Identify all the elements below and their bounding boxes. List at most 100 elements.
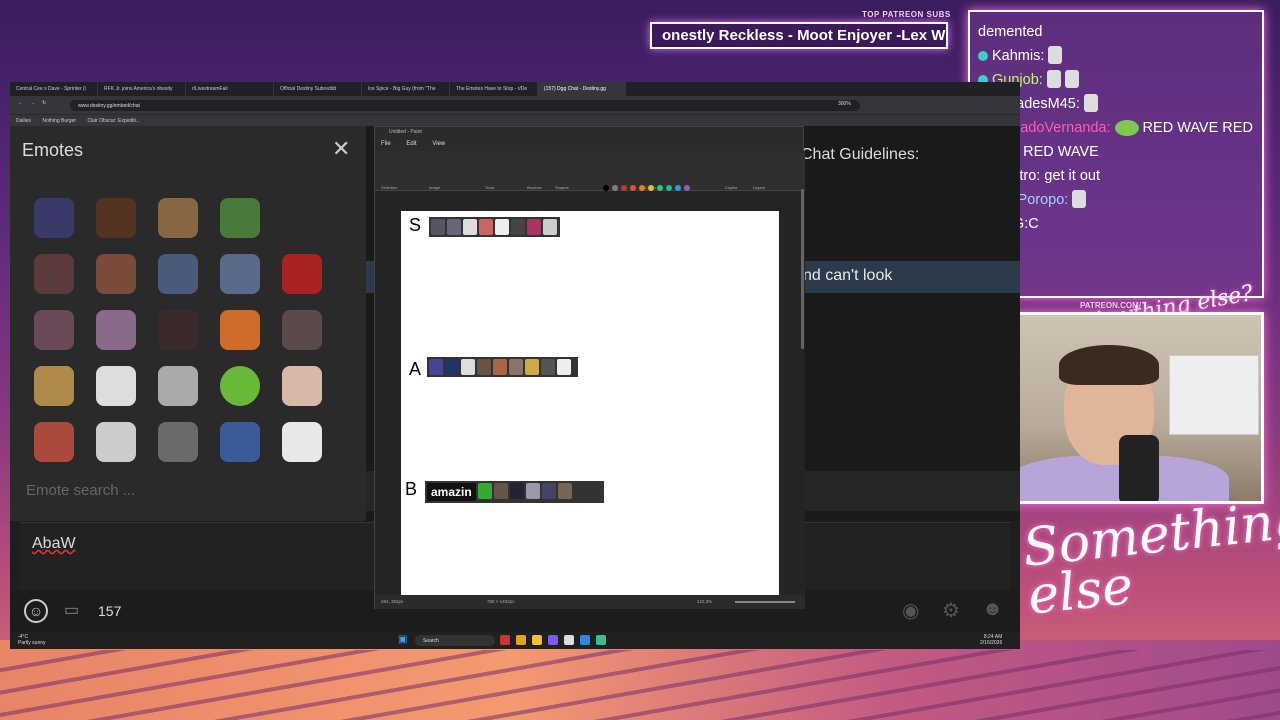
emote-item[interactable]: [34, 198, 74, 238]
emote-item[interactable]: [282, 198, 322, 238]
emote-item[interactable]: [96, 254, 136, 294]
bookmark[interactable]: Clair Obscur: Expediti...: [87, 118, 140, 124]
browser-tab[interactable]: Ice Spice - Big Guy (from "The: [362, 82, 450, 96]
browser-tab[interactable]: Official Destiny Subreddit: [274, 82, 362, 96]
paint-canvas[interactable]: S A B amazin: [401, 211, 779, 595]
users-icon[interactable]: ☻: [982, 598, 1003, 621]
emote-icon: [1064, 70, 1079, 88]
menu-file[interactable]: File: [381, 141, 391, 147]
emote-item[interactable]: [158, 310, 198, 350]
gear-icon[interactable]: ⚙: [942, 598, 960, 623]
ribbon-label: Brushes: [527, 185, 542, 190]
chat-input[interactable]: AbaW: [32, 535, 76, 553]
windows-start-icon[interactable]: ▣: [398, 635, 408, 645]
emote-thumb: [461, 359, 475, 375]
zoom-slider[interactable]: [735, 601, 795, 603]
emote-item[interactable]: [220, 254, 260, 294]
taskbar-apps: [500, 635, 606, 645]
amazin-emote: amazin: [427, 483, 476, 501]
ribbon-label: Shapes: [555, 185, 569, 190]
weather-widget[interactable]: -4°C Partly sunny: [18, 634, 46, 646]
emote-item[interactable]: [34, 422, 74, 462]
chat-message: get it out: [1044, 168, 1100, 184]
emote-grid: [30, 194, 350, 474]
emote-item[interactable]: [34, 310, 74, 350]
menu-view[interactable]: View: [432, 141, 445, 147]
reload-icon[interactable]: ↻: [42, 100, 46, 106]
emote-item[interactable]: [158, 198, 198, 238]
browser-tab[interactable]: r/LivestreamFail: [186, 82, 274, 96]
browser-tab-active[interactable]: (157) Dgg Chat - Destiny.gg: [538, 82, 626, 96]
emote-item[interactable]: [96, 310, 136, 350]
emote-item[interactable]: [282, 310, 322, 350]
emote-item[interactable]: [158, 422, 198, 462]
emote-item[interactable]: [220, 310, 260, 350]
zoom-level[interactable]: 122.3%: [697, 599, 712, 604]
canvas-scrollbar[interactable]: [801, 189, 804, 349]
browser-tab[interactable]: The Emotes Have to Stop - r/De: [450, 82, 538, 96]
ribbon-label: Image: [429, 185, 441, 190]
taskbar-search[interactable]: Search: [415, 635, 495, 646]
background-stripes: [0, 650, 1280, 720]
background-dresser: [1169, 355, 1259, 435]
cursor-position: 284, 382px: [381, 599, 404, 604]
emote-search-input[interactable]: Emote search ...: [26, 482, 135, 499]
browser-tab-bar: Central Cee x Dave - Sprinter (l RFK Jr.…: [10, 82, 1020, 96]
address-bar-row: ← → ↻ www.destiny.gg/embed/chat 300%: [10, 96, 1020, 114]
emote-thumb: [495, 219, 509, 235]
zoom-badge[interactable]: 300%: [838, 101, 851, 107]
app-icon[interactable]: [580, 635, 590, 645]
emote-item[interactable]: [282, 366, 322, 406]
emote-icon: [1072, 190, 1087, 208]
app-icon[interactable]: [532, 635, 542, 645]
emote-item[interactable]: [220, 422, 260, 462]
emote-item[interactable]: [282, 422, 322, 462]
browser-tab[interactable]: RFK Jr. joins America's obesity: [98, 82, 186, 96]
emote-thumb: [429, 359, 443, 375]
emote-item[interactable]: [220, 198, 260, 238]
emote-thumb: [493, 359, 507, 375]
emote-item[interactable]: [96, 198, 136, 238]
emote-item[interactable]: [158, 366, 198, 406]
emote-item[interactable]: [96, 422, 136, 462]
bookmark[interactable]: Dailies: [16, 118, 31, 124]
emote-thumb: [525, 359, 539, 375]
emote-thumb: [445, 359, 459, 375]
ribbon-label: Copilot: [725, 185, 738, 190]
close-icon[interactable]: ✕: [332, 136, 350, 162]
something-else-logo: Something else: [1020, 489, 1280, 627]
windows-taskbar: -4°C Partly sunny ▣ Search 8:24 AM 2/16/20…: [10, 632, 1020, 649]
browser-tab[interactable]: Central Cee x Dave - Sprinter (l: [10, 82, 98, 96]
chat-message: C: [1028, 216, 1039, 232]
eye-icon[interactable]: ◉: [902, 598, 919, 623]
chat-line: demented: [978, 20, 1254, 44]
emote-item[interactable]: [34, 366, 74, 406]
emote-picker-icon[interactable]: ☺: [24, 599, 48, 623]
captured-screen: Central Cee x Dave - Sprinter (l RFK Jr.…: [10, 82, 1020, 649]
whisper-icon[interactable]: ▭: [64, 600, 79, 620]
menu-edit[interactable]: Edit: [406, 141, 416, 147]
emote-thumb: [509, 483, 524, 499]
app-icon[interactable]: [548, 635, 558, 645]
ribbon-label: Selection: [381, 185, 398, 190]
app-icon[interactable]: [516, 635, 526, 645]
app-icon[interactable]: [564, 635, 574, 645]
emote-item[interactable]: [34, 254, 74, 294]
emote-item[interactable]: [282, 254, 322, 294]
ribbon-label: Colors: [645, 185, 657, 190]
emote-item[interactable]: [96, 366, 136, 406]
emote-thumb: [557, 359, 571, 375]
bookmark[interactable]: Nothing Burger: [42, 118, 76, 124]
emote-item[interactable]: [220, 366, 260, 406]
tier-a-emotes: [427, 357, 578, 377]
emote-icon: [1046, 70, 1061, 88]
emote-item[interactable]: [158, 254, 198, 294]
url-input[interactable]: www.destiny.gg/embed/chat: [70, 100, 860, 111]
microphone: [1119, 435, 1159, 501]
app-icon[interactable]: [596, 635, 606, 645]
forward-icon[interactable]: →: [30, 100, 35, 106]
app-icon[interactable]: [500, 635, 510, 645]
taskbar-clock[interactable]: 8:24 AM 2/16/2026: [980, 634, 1002, 646]
tier-label-b: B: [405, 479, 418, 499]
back-icon[interactable]: ←: [18, 100, 23, 106]
